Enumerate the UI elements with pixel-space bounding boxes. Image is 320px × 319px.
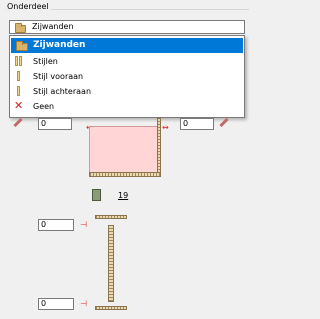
dimension-arrow-icon: ⊣ bbox=[80, 220, 87, 229]
dropdown-item-label: Stijl vooraan bbox=[33, 72, 84, 81]
side-panel-drawing bbox=[157, 118, 161, 174]
dropdown-item-stijlen[interactable]: Stijlen bbox=[11, 54, 243, 69]
dropdown-item-label: Zijwanden bbox=[33, 40, 86, 50]
part-combobox[interactable]: Zijwanden bbox=[9, 20, 245, 34]
dropdown-item-geen[interactable]: ✕ Geen bbox=[11, 99, 243, 114]
dropdown-item-label: Stijlen bbox=[33, 57, 58, 66]
side-icon bbox=[19, 56, 22, 66]
vertical-post-drawing bbox=[108, 225, 114, 302]
edit-pencil-icon[interactable] bbox=[219, 117, 229, 128]
count-link[interactable]: 19 bbox=[118, 191, 128, 200]
combobox-value: Zijwanden bbox=[32, 22, 74, 31]
red-x-icon: ✕ bbox=[14, 99, 24, 112]
dropdown-item-zijwanden[interactable]: Zijwanden bbox=[11, 38, 243, 53]
dimension-arrow-icon: ↔ bbox=[162, 123, 169, 132]
cabinet-preview bbox=[89, 126, 161, 174]
folder-icon bbox=[16, 41, 28, 51]
group-label: Onderdeel bbox=[7, 2, 51, 11]
folder-icon bbox=[15, 23, 26, 33]
bottom-panel-drawing bbox=[89, 172, 161, 177]
double-side-icon bbox=[15, 56, 18, 66]
dropdown-item-stijl-vooraan[interactable]: Stijl vooraan bbox=[11, 69, 243, 84]
top-left-distance-input[interactable]: 0 bbox=[38, 118, 72, 130]
edit-pencil-icon[interactable] bbox=[13, 117, 23, 128]
dropdown-item-stijl-achteraan[interactable]: Stijl achteraan bbox=[11, 84, 243, 99]
dropdown-item-label: Geen bbox=[33, 102, 55, 111]
bottom-rail-drawing bbox=[95, 306, 127, 310]
bottom-distance-input[interactable]: 0 bbox=[38, 298, 74, 310]
side-back-icon bbox=[17, 86, 20, 96]
dropdown-item-label: Stijl achteraan bbox=[33, 87, 92, 96]
part-dropdown-list[interactable]: Zijwanden Stijlen Stijl vooraan Stijl ac… bbox=[9, 35, 245, 118]
top-rail-drawing bbox=[95, 215, 127, 219]
side-front-icon bbox=[17, 71, 20, 81]
dimension-arrow-icon: ⊣ bbox=[80, 299, 87, 308]
top-right-distance-input[interactable]: 0 bbox=[180, 118, 214, 130]
book-icon bbox=[92, 189, 101, 201]
mid-distance-input[interactable]: 0 bbox=[38, 219, 74, 231]
